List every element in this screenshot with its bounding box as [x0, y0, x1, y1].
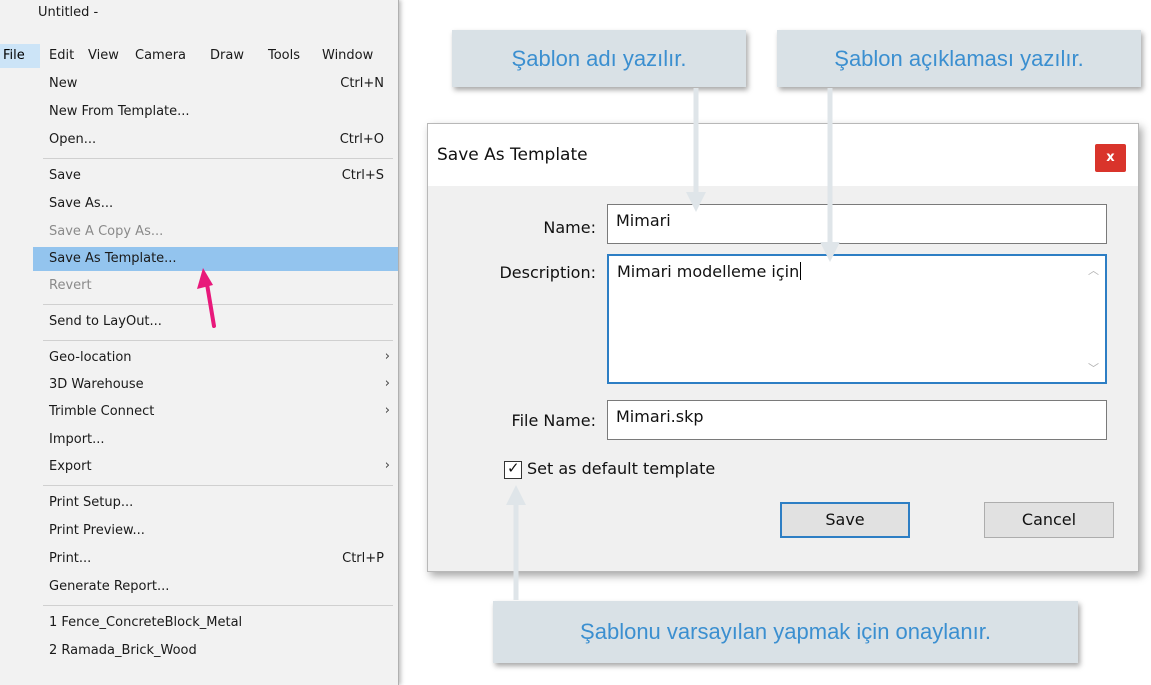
- menu-item-label: New: [49, 76, 78, 91]
- file-dropdown: New Ctrl+N New From Template... Open... …: [33, 68, 398, 685]
- menu-item-label: Export: [49, 459, 92, 474]
- submenu-arrow-icon: ›: [384, 458, 390, 473]
- menu-item-label: 2 Ramada_Brick_Wood: [49, 643, 197, 658]
- menu-item-label: Save As Template...: [49, 251, 177, 266]
- menu-item-shortcut: Ctrl+P: [342, 551, 384, 566]
- description-scrollbar[interactable]: ︿ ﹀: [1086, 258, 1103, 380]
- menu-separator: [43, 304, 393, 305]
- menu-item-label: Generate Report...: [49, 579, 170, 594]
- dialog-titlebar: Save As Template x: [428, 124, 1138, 186]
- menu-item-new-from-template[interactable]: New From Template...: [33, 100, 398, 124]
- description-field[interactable]: Mimari modelleme için ︿ ﹀: [607, 254, 1107, 384]
- cancel-button[interactable]: Cancel: [984, 502, 1114, 538]
- menu-separator: [43, 485, 393, 486]
- save-as-template-dialog: Save As Template x Name: Mimari Descript…: [427, 123, 1139, 572]
- menu-item-label: Save: [49, 168, 81, 183]
- menu-item-save-as[interactable]: Save As...: [33, 192, 398, 216]
- save-button[interactable]: Save: [780, 502, 910, 538]
- menu-camera[interactable]: Camera: [135, 48, 186, 63]
- menu-item-label: New From Template...: [49, 104, 190, 119]
- submenu-arrow-icon: ›: [384, 403, 390, 418]
- menu-separator: [43, 158, 393, 159]
- menu-item-recent-1[interactable]: 1 Fence_ConcreteBlock_Metal: [33, 611, 398, 635]
- default-template-checkbox[interactable]: ✓: [504, 459, 522, 479]
- window-title: Untitled -: [38, 5, 99, 20]
- close-button[interactable]: x: [1095, 144, 1126, 172]
- name-label: Name:: [543, 218, 596, 237]
- scroll-down-icon[interactable]: ﹀: [1088, 360, 1099, 376]
- menu-item-label: 3D Warehouse: [49, 377, 144, 392]
- menu-item-shortcut: Ctrl+N: [340, 76, 384, 91]
- menu-item-label: Trimble Connect: [49, 404, 155, 419]
- menu-item-export[interactable]: Export ›: [33, 455, 398, 479]
- menu-item-label: Save As...: [49, 196, 114, 211]
- menu-item-open[interactable]: Open... Ctrl+O: [33, 128, 398, 152]
- menu-item-label: Print Preview...: [49, 523, 145, 538]
- menu-item-geo-location[interactable]: Geo-location ›: [33, 346, 398, 370]
- menu-file[interactable]: File: [3, 48, 25, 63]
- menu-tools[interactable]: Tools: [268, 48, 300, 63]
- menu-item-recent-2[interactable]: 2 Ramada_Brick_Wood: [33, 639, 398, 663]
- callout-name: Şablon adı yazılır.: [452, 30, 746, 87]
- menu-item-label: Geo-location: [49, 350, 132, 365]
- text-caret: [800, 262, 802, 280]
- menu-item-import[interactable]: Import...: [33, 428, 398, 452]
- menu-item-label: 1 Fence_ConcreteBlock_Metal: [49, 615, 243, 630]
- menu-item-save[interactable]: Save Ctrl+S: [33, 164, 398, 188]
- menu-item-send-to-layout[interactable]: Send to LayOut...: [33, 310, 398, 334]
- description-field-value: Mimari modelleme için: [617, 262, 800, 281]
- menubar: File Edit View Camera Draw Tools Window: [0, 44, 398, 68]
- menu-item-revert: Revert: [33, 274, 398, 298]
- menu-item-shortcut: Ctrl+S: [341, 168, 384, 183]
- menu-item-label: Import...: [49, 432, 105, 447]
- scroll-up-icon[interactable]: ︿: [1088, 262, 1099, 278]
- menu-item-trimble-connect[interactable]: Trimble Connect ›: [33, 400, 398, 424]
- menu-item-print-preview[interactable]: Print Preview...: [33, 519, 398, 543]
- menu-item-3d-warehouse[interactable]: 3D Warehouse ›: [33, 373, 398, 397]
- menu-edit[interactable]: Edit: [49, 48, 74, 63]
- callout-description: Şablon açıklaması yazılır.: [777, 30, 1141, 87]
- menu-item-label: Print...: [49, 551, 92, 566]
- submenu-arrow-icon: ›: [384, 376, 390, 391]
- dialog-title: Save As Template: [437, 145, 588, 165]
- filename-field-value: Mimari.skp: [616, 407, 704, 426]
- menu-separator: [43, 340, 393, 341]
- name-field-value: Mimari: [616, 211, 671, 230]
- menu-item-save-a-copy-as: Save A Copy As...: [33, 220, 398, 244]
- description-label: Description:: [499, 263, 596, 282]
- checkmark-icon: ✓: [507, 459, 520, 477]
- menu-item-label: Save A Copy As...: [49, 224, 164, 239]
- menu-item-label: Revert: [49, 278, 92, 293]
- menu-item-print-setup[interactable]: Print Setup...: [33, 491, 398, 515]
- menu-item-generate-report[interactable]: Generate Report...: [33, 575, 398, 599]
- menu-draw[interactable]: Draw: [210, 48, 244, 63]
- file-menu-screenshot: Untitled - File Edit View Camera Draw To…: [0, 0, 399, 685]
- menu-window[interactable]: Window: [322, 48, 373, 63]
- menu-item-label: Print Setup...: [49, 495, 134, 510]
- callout-checkbox: Şablonu varsayılan yapmak için onaylanır…: [493, 601, 1078, 663]
- filename-field[interactable]: Mimari.skp: [607, 400, 1107, 440]
- menu-view[interactable]: View: [88, 48, 119, 63]
- menu-separator: [43, 605, 393, 606]
- menu-item-print[interactable]: Print... Ctrl+P: [33, 547, 398, 571]
- menu-item-shortcut: Ctrl+O: [339, 132, 384, 147]
- menu-item-new[interactable]: New Ctrl+N: [33, 72, 398, 96]
- submenu-arrow-icon: ›: [384, 349, 390, 364]
- menu-item-save-as-template[interactable]: Save As Template...: [33, 247, 398, 271]
- filename-label: File Name:: [511, 411, 596, 430]
- menu-item-label: Open...: [49, 132, 97, 147]
- menu-item-label: Send to LayOut...: [49, 314, 162, 329]
- default-template-label: Set as default template: [527, 459, 716, 478]
- name-field[interactable]: Mimari: [607, 204, 1107, 244]
